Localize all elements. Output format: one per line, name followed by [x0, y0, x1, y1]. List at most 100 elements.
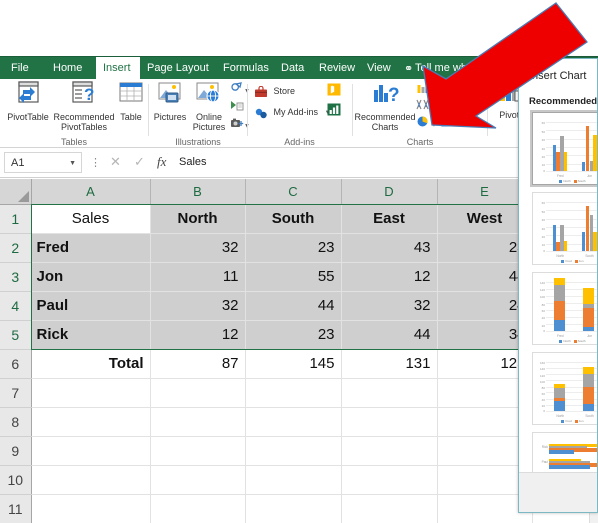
cell-d4[interactable]: 32	[341, 291, 438, 321]
cell-a9[interactable]	[31, 436, 151, 466]
chevron-down-icon[interactable]: ▼	[456, 123, 462, 129]
cell-a8[interactable]	[31, 407, 151, 437]
cell-c8[interactable]	[245, 407, 342, 437]
scatter-chart-button[interactable]: ▼	[466, 115, 487, 133]
cell-c3[interactable]: 55	[245, 262, 342, 292]
select-all-corner[interactable]	[0, 179, 32, 205]
recommended-pivottables-button[interactable]: ? Recommended PivotTables	[53, 81, 115, 132]
row-header-11[interactable]: 11	[0, 494, 32, 523]
cell-c10[interactable]	[245, 465, 342, 495]
chart-thumbnail-2[interactable]: Chart 60 50 40 30 20 10 0 Nort	[532, 192, 597, 265]
column-chart-button[interactable]: ▼	[416, 81, 437, 99]
cell-b1[interactable]: North	[150, 204, 246, 234]
checkmark-icon[interactable]: ✓	[134, 154, 145, 170]
bing-maps-button[interactable]	[327, 83, 341, 100]
recommended-charts-button[interactable]: ? Recommended Charts	[354, 81, 416, 132]
chart-thumbnail-4[interactable]: Chart 160 140 120 100 80 60 40 20 0	[532, 352, 597, 425]
waterfall-chart-button[interactable]: ▼	[416, 98, 437, 116]
cell-a1[interactable]: Sales	[31, 204, 151, 234]
cell-d6[interactable]: 131	[341, 349, 438, 379]
cell-b11[interactable]	[150, 494, 246, 523]
column-header-c[interactable]: C	[245, 179, 342, 205]
chevron-down-icon[interactable]: ▼	[69, 153, 76, 174]
pivottable-button[interactable]: PivotTable	[2, 81, 54, 122]
cell-a2[interactable]: Fred	[31, 233, 151, 263]
table-button[interactable]: Table	[116, 81, 146, 122]
cell-b7[interactable]	[150, 378, 246, 408]
cell-b5[interactable]: 12	[150, 320, 246, 350]
tab-insert[interactable]: Insert	[96, 57, 140, 80]
pie-chart-button[interactable]: ▼	[416, 115, 437, 133]
row-header-5[interactable]: 5	[0, 320, 32, 350]
pictures-button[interactable]: Pictures	[150, 81, 190, 122]
cell-a5[interactable]: Rick	[31, 320, 151, 350]
cell-c9[interactable]	[245, 436, 342, 466]
tab-view[interactable]: View	[360, 57, 396, 80]
row-header-10[interactable]: 10	[0, 465, 32, 495]
cell-a11[interactable]	[31, 494, 151, 523]
cell-c11[interactable]	[245, 494, 342, 523]
cell-b3[interactable]: 11	[150, 262, 246, 292]
cell-b9[interactable]	[150, 436, 246, 466]
tab-data[interactable]: Data	[274, 57, 312, 80]
cell-d2[interactable]: 43	[341, 233, 438, 263]
cell-d9[interactable]	[341, 436, 438, 466]
name-box[interactable]: A1 ▼	[4, 152, 82, 173]
row-header-6[interactable]: 6	[0, 349, 32, 379]
row-header-4[interactable]: 4	[0, 291, 32, 321]
row-header-2[interactable]: 2	[0, 233, 32, 263]
fx-icon[interactable]: fx	[157, 154, 166, 170]
cell-b4[interactable]: 32	[150, 291, 246, 321]
online-pictures-button[interactable]: Online Pictures	[188, 81, 230, 132]
column-header-b[interactable]: B	[150, 179, 246, 205]
combo-chart-button[interactable]: ▼	[466, 98, 487, 116]
cell-c2[interactable]: 23	[245, 233, 342, 263]
row-header-3[interactable]: 3	[0, 262, 32, 292]
row-header-8[interactable]: 8	[0, 407, 32, 437]
cell-a4[interactable]: Paul	[31, 291, 151, 321]
cell-d3[interactable]: 12	[341, 262, 438, 292]
store-button[interactable]: Store	[254, 84, 295, 98]
chart-thumbnail-3[interactable]: Chart 140 120 100 80 60 40 20 0	[532, 272, 597, 345]
cell-b10[interactable]	[150, 465, 246, 495]
cell-d11[interactable]	[341, 494, 438, 523]
row-header-9[interactable]: 9	[0, 436, 32, 466]
cell-c5[interactable]: 23	[245, 320, 342, 350]
chevron-down-icon[interactable]: ▼	[431, 89, 437, 95]
cell-b2[interactable]: 32	[150, 233, 246, 263]
row-header-1[interactable]: 1	[0, 204, 32, 234]
cell-c7[interactable]	[245, 378, 342, 408]
cell-d5[interactable]: 44	[341, 320, 438, 350]
cell-c4[interactable]: 44	[245, 291, 342, 321]
cell-c1[interactable]: South	[245, 204, 342, 234]
chevron-down-icon[interactable]: ▼	[431, 123, 437, 129]
cancel-icon[interactable]: ✕	[110, 154, 121, 170]
cell-b8[interactable]	[150, 407, 246, 437]
tab-home[interactable]: Home	[46, 57, 94, 80]
cell-d10[interactable]	[341, 465, 438, 495]
tab-review[interactable]: Review	[312, 57, 360, 80]
cell-d8[interactable]	[341, 407, 438, 437]
column-header-d[interactable]: D	[341, 179, 438, 205]
cell-b6[interactable]: 87	[150, 349, 246, 379]
tab-formulas[interactable]: Formulas	[216, 57, 274, 80]
hierarchy-chart-button[interactable]: ▼	[466, 81, 487, 99]
row-header-7[interactable]: 7	[0, 378, 32, 408]
cell-a10[interactable]	[31, 465, 151, 495]
column-header-a[interactable]: A	[31, 179, 151, 205]
chart-thumbnail-1[interactable]: Chart 60 50 40 30 20 10 0 Fred	[530, 110, 597, 187]
smartart-button[interactable]	[230, 100, 244, 116]
cell-d7[interactable]	[341, 378, 438, 408]
cell-a6[interactable]: Total	[31, 349, 151, 379]
people-graph-button[interactable]	[327, 103, 341, 120]
my-addins-button[interactable]: My Add-ins ▼	[254, 105, 331, 120]
tab-page-layout[interactable]: Page Layout	[140, 57, 214, 80]
cell-a7[interactable]	[31, 378, 151, 408]
statistic-chart-button[interactable]: ▼	[441, 98, 462, 116]
line-chart-button[interactable]: ▼	[441, 115, 462, 133]
formula-bar-expand-dots[interactable]: ⋮	[90, 156, 101, 169]
chevron-down-icon[interactable]: ▼	[431, 106, 437, 112]
tab-file[interactable]: File	[4, 57, 42, 80]
cell-a3[interactable]: Jon	[31, 262, 151, 292]
chevron-down-icon[interactable]: ▼	[456, 106, 462, 112]
